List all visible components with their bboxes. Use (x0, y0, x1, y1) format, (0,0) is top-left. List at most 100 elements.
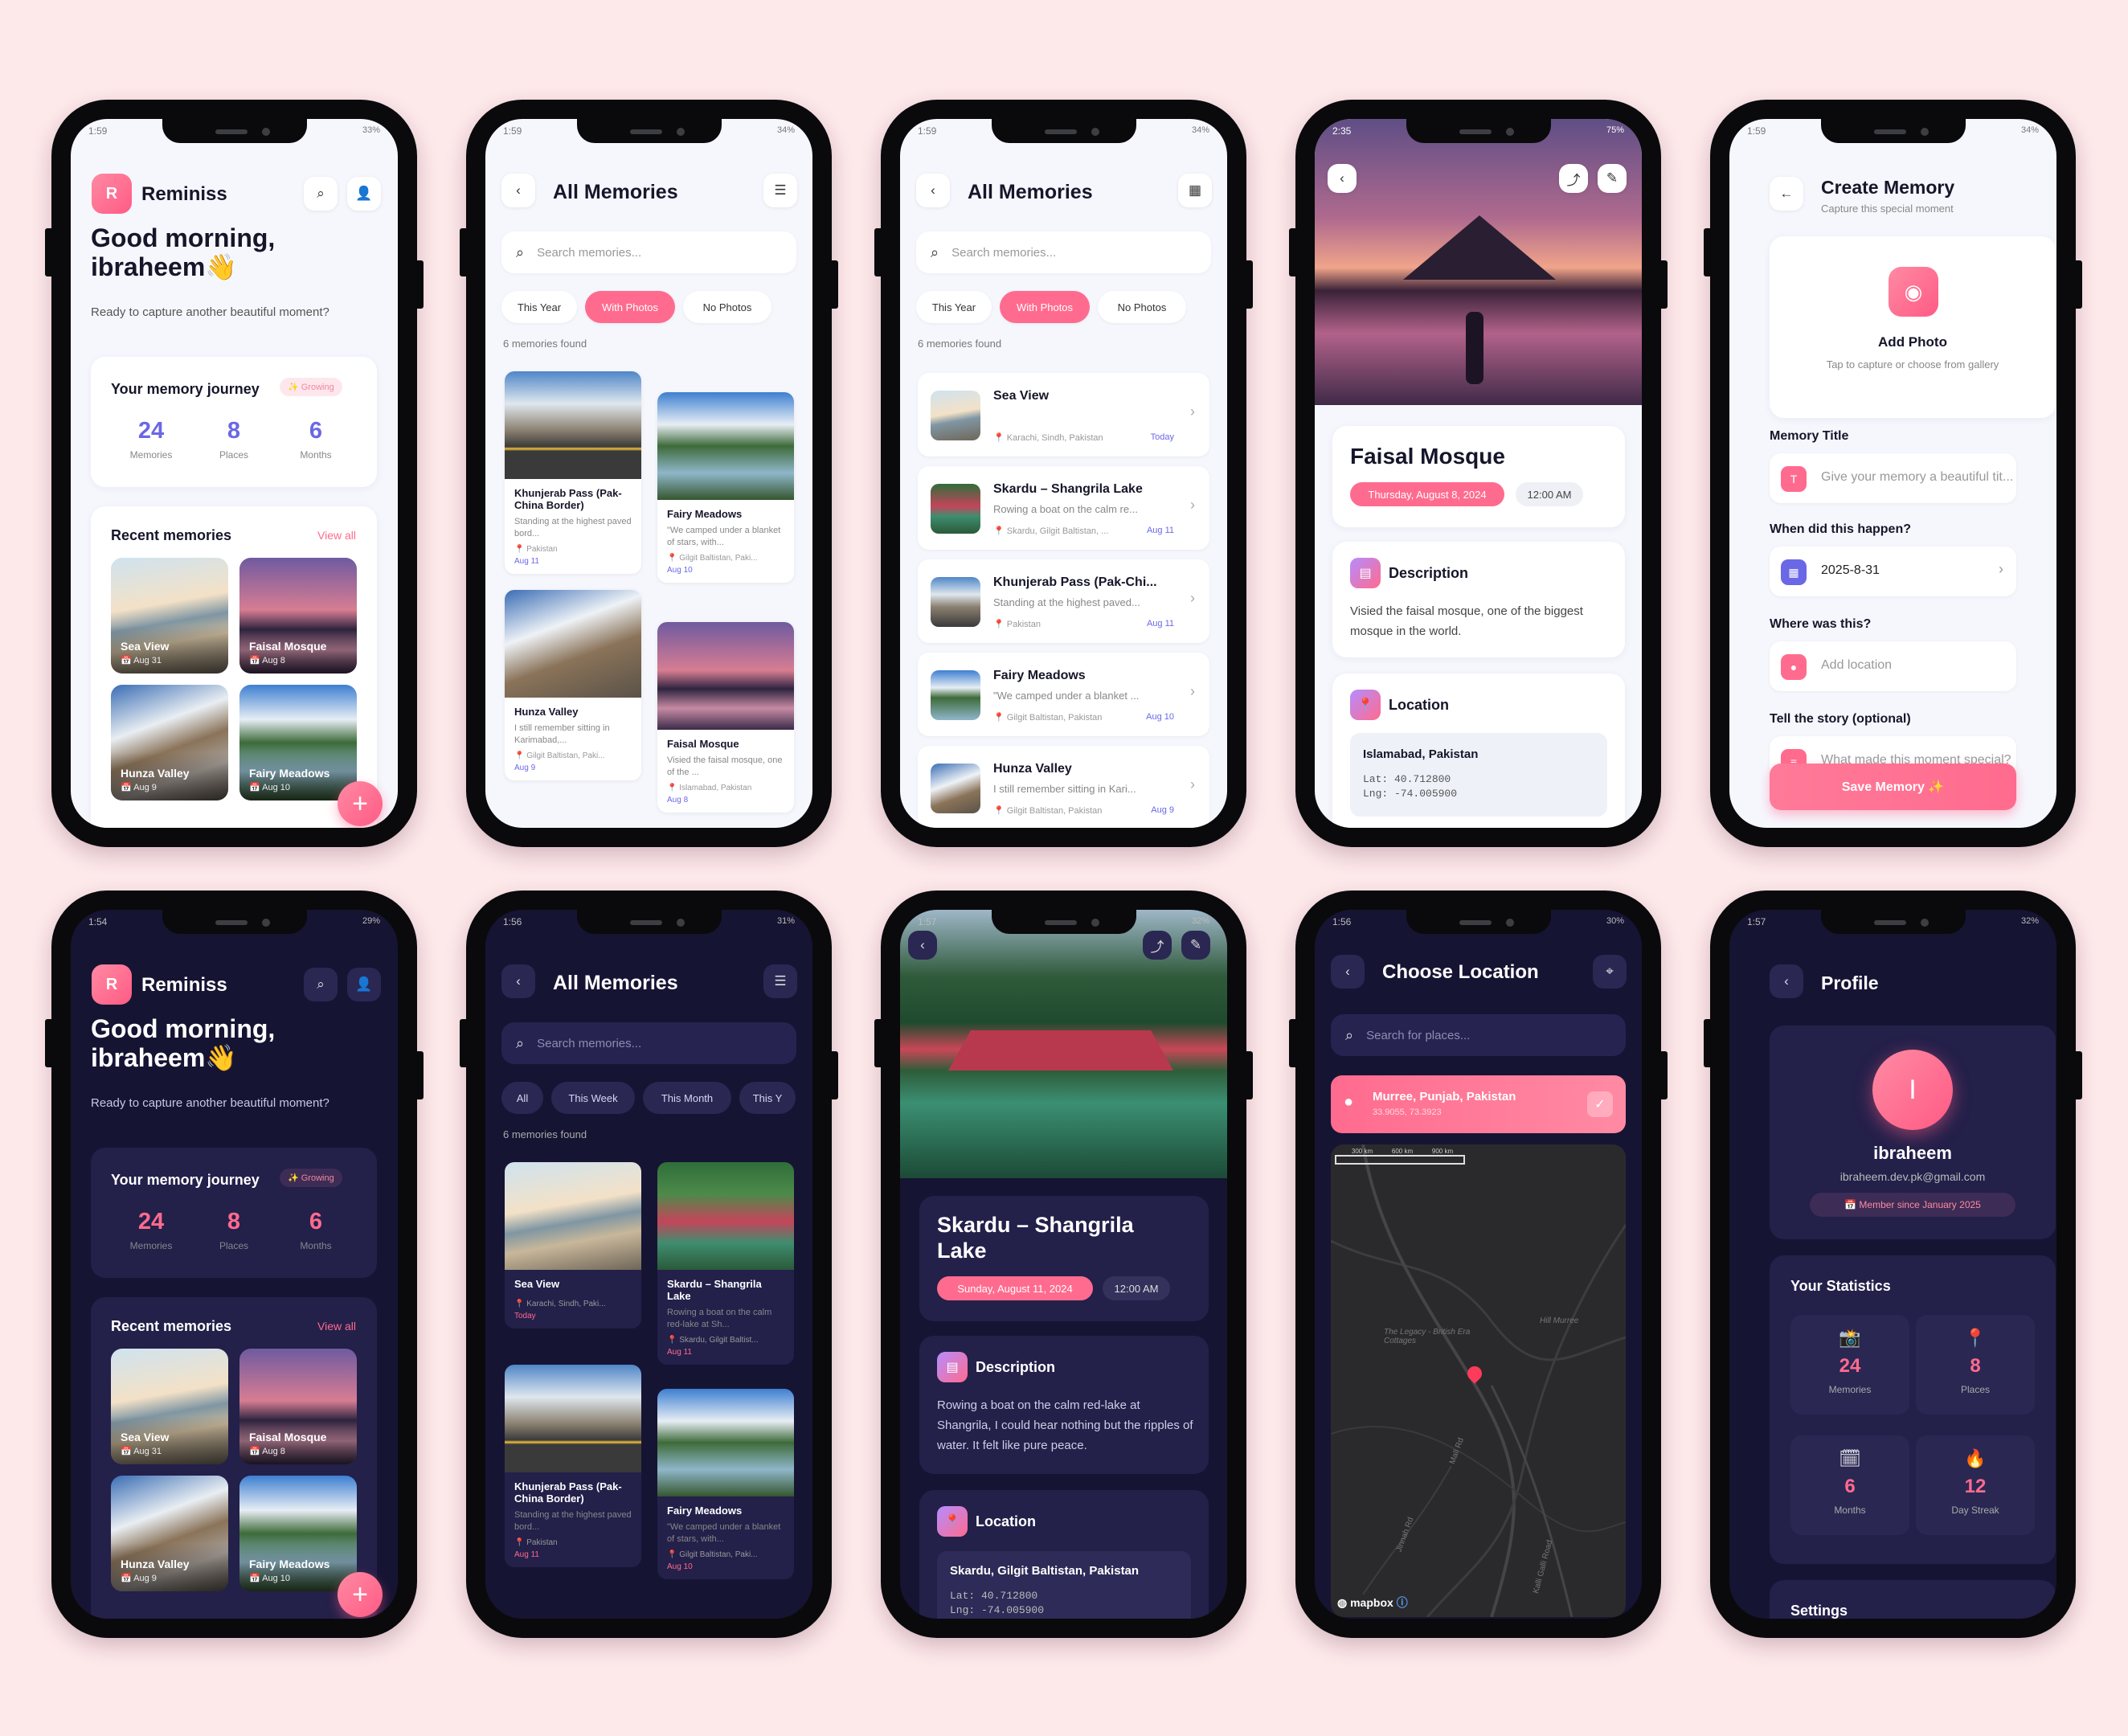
fire-icon: 🔥 (1964, 1448, 1987, 1468)
current-location-button[interactable]: ⌖ (1593, 955, 1627, 989)
description-card: ▤ Description Visied the faisal mosque, … (1332, 542, 1625, 657)
place-name: Skardu, Gilgit Baltistan, Pakistan (950, 1564, 1140, 1578)
back-button[interactable]: ← (1770, 177, 1803, 211)
battery-indicator: 31% (776, 916, 795, 926)
memory-card[interactable]: Fairy Meadows "We camped under a blanket … (657, 392, 794, 583)
document-icon: ▤ (1350, 558, 1381, 588)
view-all-link[interactable]: View all (317, 1320, 356, 1333)
memory-row[interactable]: Hunza Valley I still remember sitting in … (918, 746, 1209, 828)
search-input[interactable]: ⌕ Search memories... (501, 1022, 796, 1064)
filter-chip-all[interactable]: All (501, 1082, 543, 1114)
settings-card[interactable]: Settings (1770, 1580, 2056, 1619)
memory-tile[interactable]: Sea View 📅 Aug 31 (111, 1349, 228, 1464)
statistics-card: Your Statistics 📸 24 Memories 📍 8 Places 🗓 6 M… (1770, 1255, 2056, 1564)
back-button[interactable]: ‹ (1328, 164, 1357, 193)
memory-card[interactable]: Khunjerab Pass (Pak-China Border) Standin… (505, 1365, 641, 1567)
view-toggle-button[interactable]: ☰ (763, 174, 797, 207)
location-pin-icon: ● (1344, 1093, 1354, 1111)
location-box: Islamabad, Pakistan Lat: 40.712800 Lng: … (1350, 733, 1607, 817)
edit-button[interactable]: ✎ (1181, 931, 1210, 960)
memory-card[interactable]: Sea View 📍 Karachi, Sindh, Paki... Today (505, 1162, 641, 1329)
selected-location[interactable]: ● Murree, Punjab, Pakistan 33.9055, 73.3… (1331, 1075, 1626, 1133)
location-pin: 📍 Islamabad, Pakistan (667, 784, 752, 792)
filter-chip-with-photos[interactable]: With Photos (585, 291, 675, 323)
memory-tile[interactable]: Hunza Valley 📅 Aug 9 (111, 685, 228, 800)
profile-button[interactable]: 👤 (347, 968, 381, 1001)
add-photo-card[interactable]: ◉ Add Photo Tap to capture or choose fro… (1770, 236, 2056, 418)
chevron-left-icon: ‹ (1340, 170, 1344, 186)
edit-button[interactable]: ✎ (1598, 164, 1627, 193)
memory-row[interactable]: Khunjerab Pass (Pak-Chi... Standing at th… (918, 559, 1209, 643)
info-icon[interactable]: ⓘ (1397, 1596, 1408, 1609)
memory-tile[interactable]: Fairy Meadows 📅 Aug 10 (239, 685, 357, 800)
memory-tile[interactable]: Faisal Mosque 📅 Aug 8 (239, 1349, 357, 1464)
add-memory-button[interactable]: + (338, 781, 383, 826)
back-button[interactable]: ‹ (916, 174, 950, 207)
view-all-link[interactable]: View all (317, 529, 356, 542)
save-memory-button[interactable]: Save Memory ✨ (1770, 764, 2016, 810)
back-button[interactable]: ‹ (501, 174, 535, 207)
back-button[interactable]: ‹ (908, 931, 937, 960)
filter-chip-this-year[interactable]: This Y (739, 1082, 796, 1114)
back-button[interactable]: ‹ (1770, 964, 1803, 998)
memory-card[interactable]: Skardu – Shangrila Lake Rowing a boat on … (657, 1162, 794, 1365)
status-time: 1:56 (1332, 916, 1352, 927)
statistics-title: Your Statistics (1790, 1278, 1891, 1294)
story-label: Tell the story (optional) (1770, 712, 1911, 726)
calendar-icon: 📅 Aug 10 (249, 1574, 291, 1583)
memory-row[interactable]: Sea View 📍 Karachi, Sindh, Pakistan Today › (918, 373, 1209, 457)
location-input[interactable]: ● Add location (1770, 641, 2016, 691)
memory-tile[interactable]: Hunza Valley 📅 Aug 9 (111, 1476, 228, 1591)
filter-chip-this-week[interactable]: This Week (551, 1082, 635, 1114)
page-subtitle: Capture this special moment (1821, 203, 1954, 215)
stat-places: 📍 8 Places (1916, 1315, 2035, 1415)
status-time: 1:59 (88, 125, 108, 137)
place-search-input[interactable]: ⌕ Search for places... (1331, 1014, 1626, 1056)
pencil-icon: ✎ (1189, 937, 1202, 952)
view-toggle-button[interactable]: ▦ (1178, 174, 1212, 207)
search-button[interactable]: ⌕ (304, 968, 338, 1001)
selected-location-name: Murree, Punjab, Pakistan (1373, 1090, 1516, 1103)
filter-chip-this-year[interactable]: This Year (501, 291, 577, 323)
memory-card[interactable]: Hunza Valley I still remember sitting in … (505, 590, 641, 780)
share-button[interactable]: ⤴ (1143, 931, 1172, 960)
back-button[interactable]: ‹ (1331, 955, 1365, 989)
memory-card[interactable]: Fairy Meadows "We camped under a blanket … (657, 1389, 794, 1579)
search-button[interactable]: ⌕ (304, 177, 338, 211)
battery-indicator: 32% (2020, 916, 2039, 926)
view-toggle-button[interactable]: ☰ (763, 964, 797, 998)
memory-row[interactable]: Fairy Meadows "We camped under a blanket … (918, 653, 1209, 736)
chevron-left-icon: ‹ (931, 182, 935, 198)
add-memory-button[interactable]: + (338, 1572, 383, 1617)
back-button[interactable]: ‹ (501, 964, 535, 998)
search-input[interactable]: ⌕ Search memories... (501, 231, 796, 273)
search-input[interactable]: ⌕ Search memories... (916, 231, 1211, 273)
map-view[interactable]: 300 km 600 km 900 km The Legacy - British … (1331, 1144, 1626, 1617)
filter-chip-no-photos[interactable]: No Photos (1098, 291, 1186, 323)
memory-card[interactable]: Khunjerab Pass (Pak-China Border) Standin… (505, 371, 641, 574)
calendar-icon: 📅 Aug 31 (121, 656, 162, 665)
chevron-right-icon: › (1190, 497, 1195, 513)
pin-icon: 📍 (1964, 1328, 1987, 1348)
page-title: All Memories (553, 181, 678, 203)
date-picker[interactable]: ▦ 2025-8-31 › (1770, 547, 2016, 596)
filter-chip-this-year[interactable]: This Year (916, 291, 992, 323)
status-time: 1:59 (1747, 125, 1766, 137)
share-button[interactable]: ⤴ (1559, 164, 1588, 193)
battery-indicator: 33% (362, 125, 380, 135)
phone-detail-dark: 1:57 32% ‹ ⤴ ✎ Skardu – Shangrila Lake Su… (874, 891, 1253, 1638)
memory-title: Faisal Mosque (1350, 444, 1505, 469)
filter-chip-this-month[interactable]: This Month (643, 1082, 731, 1114)
memory-title-input[interactable]: T Give your memory a beautiful tit... (1770, 453, 2016, 503)
filter-chip-no-photos[interactable]: No Photos (683, 291, 771, 323)
memory-card[interactable]: Faisal Mosque Visied the faisal mosque, o… (657, 622, 794, 813)
memory-tile[interactable]: Faisal Mosque 📅 Aug 8 (239, 558, 357, 674)
profile-button[interactable]: 👤 (347, 177, 381, 211)
memory-tile[interactable]: Fairy Meadows 📅 Aug 10 (239, 1476, 357, 1591)
calendar-icon: 🗓 (1839, 1448, 1861, 1468)
page-title: Profile (1821, 972, 1879, 993)
filter-chip-with-photos[interactable]: With Photos (1000, 291, 1090, 323)
memory-row[interactable]: Skardu – Shangrila Lake Rowing a boat on … (918, 466, 1209, 550)
memory-tile[interactable]: Sea View 📅 Aug 31 (111, 558, 228, 674)
search-icon: ⌕ (1345, 1026, 1354, 1043)
